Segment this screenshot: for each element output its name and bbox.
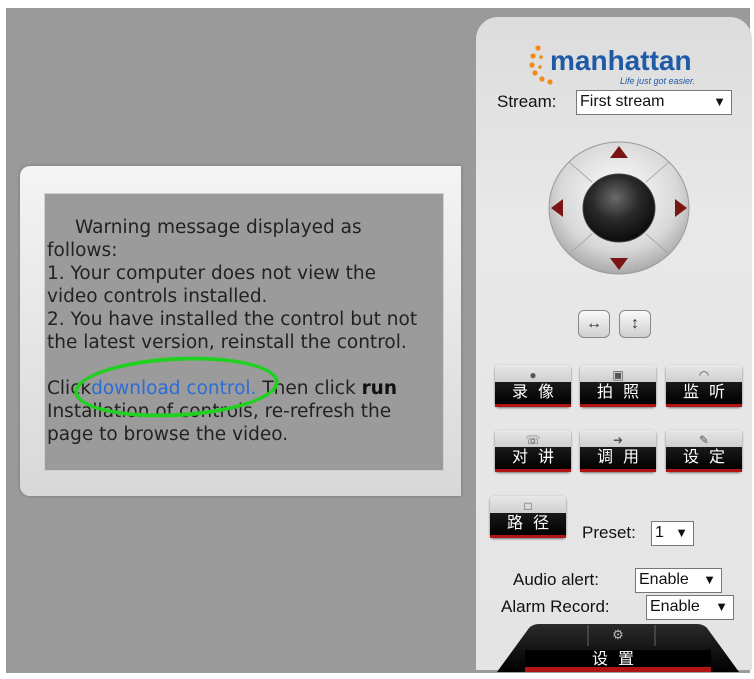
preset-select[interactable]: 1 ▼ [651, 521, 694, 546]
stream-label: Stream: [497, 92, 557, 111]
alarm-record-select[interactable]: Enable ▼ [646, 595, 734, 620]
set-button[interactable]: ✎ 设定 [666, 430, 742, 472]
warning-message-box: Warning message displayed as follows: 1.… [44, 193, 444, 471]
preset-selected: 1 [655, 524, 664, 541]
run-text: run [361, 378, 398, 399]
flip-horizontal-button[interactable]: ↔ [578, 310, 610, 338]
monitor-label: 监听 [666, 382, 742, 407]
talk-label: 对讲 [495, 447, 571, 472]
path-button[interactable]: □ 路径 [490, 496, 566, 538]
chevron-down-icon: ▼ [715, 599, 728, 614]
alarm-record-selected: Enable [650, 598, 700, 615]
talk-button[interactable]: ☏ 对讲 [495, 430, 571, 472]
settings-tab[interactable]: ⚙ 设置 [497, 622, 739, 672]
warning-line: Warning message displayed as [75, 217, 362, 238]
snapshot-label: 拍照 [580, 382, 656, 407]
snapshot-button[interactable]: ▣ 拍照 [580, 365, 656, 407]
flip-vertical-button[interactable]: ↕ [619, 310, 651, 338]
warning-line: page to browse the video. [47, 424, 289, 445]
warning-line: follows: [47, 240, 118, 261]
warning-line: the latest version, reinstall the contro… [47, 332, 407, 353]
warning-line: 2. You have installed the control but no… [47, 309, 418, 330]
settings-label: 设置 [592, 649, 644, 668]
audio-alert-label: Audio alert: [513, 570, 599, 589]
logo-text: manhattan [550, 45, 692, 76]
ptz-direction-pad[interactable] [547, 140, 691, 276]
warning-line: video controls installed. [47, 286, 268, 307]
manhattan-logo: manhattan Life just got easier. [529, 45, 695, 86]
call-label: 调用 [580, 447, 656, 472]
warning-line: 1. Your computer does not view the [47, 263, 376, 284]
set-label: 设定 [666, 447, 742, 472]
chevron-down-icon: ▼ [675, 525, 688, 540]
stream-select[interactable]: First stream ▼ [576, 90, 732, 115]
preset-label: Preset: [582, 523, 636, 542]
audio-alert-selected: Enable [639, 571, 689, 588]
monitor-button[interactable]: ◠ 监听 [666, 365, 742, 407]
call-button[interactable]: ➜ 调用 [580, 430, 656, 472]
record-button[interactable]: ● 录像 [495, 365, 571, 407]
logo-tagline: Life just got easier. [620, 76, 695, 86]
gear-icon: ⚙ [612, 627, 624, 642]
chevron-down-icon: ▼ [713, 94, 726, 109]
path-label: 路径 [490, 513, 566, 538]
alarm-record-label: Alarm Record: [501, 597, 610, 616]
audio-alert-select[interactable]: Enable ▼ [635, 568, 722, 593]
record-label: 录像 [495, 382, 571, 407]
stream-selected: First stream [580, 93, 665, 110]
chevron-down-icon: ▼ [703, 572, 716, 587]
